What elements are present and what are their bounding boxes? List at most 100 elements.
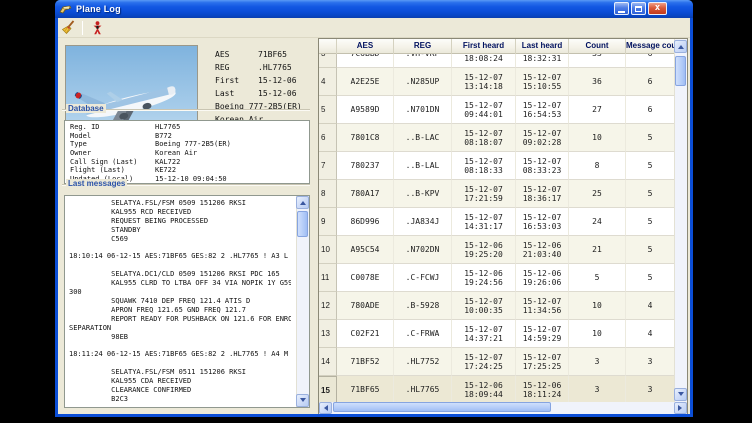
column-header[interactable]: Last heard: [516, 39, 569, 54]
clear-log-button[interactable]: [58, 19, 78, 37]
table-vscrollbar-thumb[interactable]: [675, 56, 686, 86]
database-field-row: TypeBoeing 777-2B5(ER): [65, 140, 309, 149]
acars-message-text[interactable]: SELATYA.FSL/FSM 0509 151206 RKSI KAL955 …: [65, 196, 291, 403]
table-cell: 15-12-06 21:03:40: [516, 236, 569, 264]
info-label: First: [215, 74, 258, 87]
table-row[interactable]: 13C02F21.C-FRWA15-12-07 14:37:2115-12-07…: [319, 320, 674, 348]
table-hscrollbar-thumb[interactable]: [333, 402, 551, 412]
plane-log-window: Plane Log x: [55, 0, 693, 417]
table-row[interactable]: 986D996.JA834J15-12-07 14:31:1715-12-07 …: [319, 208, 674, 236]
table-cell: 15-12-07 16:53:03: [516, 208, 569, 236]
table-cell: 15-12-06 19:24:56: [452, 264, 516, 292]
table-horizontal-scrollbar[interactable]: [319, 402, 687, 414]
row-number-cell: 3: [319, 54, 337, 68]
table-row[interactable]: 37C6BBD.VH-VKF15-12-06 18:08:2415-12-07 …: [319, 54, 674, 68]
table-cell: .C-FCWJ: [394, 264, 452, 292]
field-label: Reg. ID: [70, 123, 155, 132]
table-cell: 6: [626, 68, 674, 96]
table-row[interactable]: 7780237..B-LAL15-12-07 08:18:3315-12-07 …: [319, 152, 674, 180]
column-header[interactable]: Message count: [626, 39, 674, 54]
table-cell: 10: [569, 292, 626, 320]
table-cell: 3: [626, 376, 674, 404]
messages-scrollbar-thumb[interactable]: [297, 211, 308, 237]
field-value: KE722: [155, 166, 176, 175]
table-cell: 15-12-07 14:59:29: [516, 320, 569, 348]
info-value: 71BF65: [258, 48, 287, 61]
field-label: Type: [70, 140, 155, 149]
toolbar-separator: [82, 21, 83, 35]
table-scroll-down-button[interactable]: [674, 388, 687, 401]
table-scroll-up-button[interactable]: [674, 40, 687, 53]
messages-scroll-up-button[interactable]: [296, 196, 309, 209]
field-value: Boeing 777-2B5(ER): [155, 140, 231, 149]
table-cell: 5: [626, 264, 674, 292]
column-header[interactable]: REG: [394, 39, 452, 54]
red-figure-icon: [91, 21, 104, 35]
table-row[interactable]: 10A95C54.N702DN15-12-06 19:25:2015-12-06…: [319, 236, 674, 264]
table-vertical-scrollbar[interactable]: [674, 39, 687, 402]
table-cell: 15-12-07 16:54:53: [516, 96, 569, 124]
table-row[interactable]: 67801C8..B-LAC15-12-07 08:18:0715-12-07 …: [319, 124, 674, 152]
table-cell: A9589D: [337, 96, 394, 124]
person-button[interactable]: [87, 19, 107, 37]
messages-scrollbar[interactable]: [296, 196, 309, 407]
table-cell: .C-FRWA: [394, 320, 452, 348]
table-row[interactable]: 1571BF65.HL776515-12-06 18:09:4415-12-06…: [319, 376, 674, 404]
table-cell: 15-12-07 11:34:56: [516, 292, 569, 320]
table-cell: 15-12-07 18:36:17: [516, 180, 569, 208]
column-header[interactable]: Count: [569, 39, 626, 54]
minimize-button[interactable]: [614, 2, 629, 15]
table-cell: 25: [569, 180, 626, 208]
field-label: Owner: [70, 149, 155, 158]
aircraft-info: Boeing 777-2B5(ER) Korean Air AES71BF65R…: [215, 48, 302, 126]
table-cell: 24: [569, 208, 626, 236]
info-value: .HL7765: [258, 61, 292, 74]
table-cell: 71BF52: [337, 348, 394, 376]
close-icon: x: [655, 4, 660, 13]
messages-scroll-down-button[interactable]: [296, 394, 309, 407]
column-header[interactable]: First heard: [452, 39, 516, 54]
table-cell: C0078E: [337, 264, 394, 292]
table-cell: 780A17: [337, 180, 394, 208]
field-value: Korean Air: [155, 149, 197, 158]
table-cell: 15-12-07 18:32:31: [516, 54, 569, 68]
table-row[interactable]: 8780A17..B-KPV15-12-07 17:21:5915-12-07 …: [319, 180, 674, 208]
table-cell: .HL7752: [394, 348, 452, 376]
table-cell: 10: [569, 320, 626, 348]
table-cell: ..B-LAC: [394, 124, 452, 152]
table-header-row: AESREGFirst heardLast heardCountMessage …: [319, 39, 674, 54]
table-cell: 15-12-06 18:09:44: [452, 376, 516, 404]
field-value: 15-12-10 09:04:50: [155, 175, 227, 184]
table-row[interactable]: 1471BF52.HL775215-12-07 17:24:2515-12-07…: [319, 348, 674, 376]
minimize-icon: [618, 11, 625, 13]
table-scroll-right-button[interactable]: [674, 402, 687, 414]
table-cell: A95C54: [337, 236, 394, 264]
table-cell: .VH-VKF: [394, 54, 452, 68]
database-group-label: Database: [66, 104, 106, 113]
info-value: 15-12-06: [258, 74, 297, 87]
table-row[interactable]: 4A2E25E.N285UP15-12-07 13:14:1815-12-07 …: [319, 68, 674, 96]
table-cell: 5: [626, 208, 674, 236]
table-cell: ..B-KPV: [394, 180, 452, 208]
column-header[interactable]: AES: [337, 39, 394, 54]
close-button[interactable]: x: [648, 2, 667, 15]
table-cell: 3: [626, 348, 674, 376]
arrow-down-icon: [300, 398, 306, 405]
table-cell: 3: [569, 376, 626, 404]
table-row[interactable]: 5A9589D.N701DN15-12-07 09:44:0115-12-07 …: [319, 96, 674, 124]
row-number-cell: 15: [319, 376, 337, 404]
table-cell: 15-12-06 18:11:24: [516, 376, 569, 404]
database-field-row: Flight (Last)KE722: [65, 166, 309, 175]
table-cell: ..B-LAL: [394, 152, 452, 180]
table-scroll-left-button[interactable]: [319, 402, 332, 414]
column-header[interactable]: [319, 39, 337, 54]
table-cell: 15-12-07 08:18:07: [452, 124, 516, 152]
row-number-cell: 5: [319, 96, 337, 124]
row-number-cell: 12: [319, 292, 337, 320]
row-number-cell: 4: [319, 68, 337, 96]
table-cell: 5: [626, 152, 674, 180]
maximize-button[interactable]: [631, 2, 646, 15]
titlebar[interactable]: Plane Log x: [55, 0, 693, 18]
table-row[interactable]: 11C0078E.C-FCWJ15-12-06 19:24:5615-12-06…: [319, 264, 674, 292]
table-row[interactable]: 12780ADE.B-592815-12-07 10:00:3515-12-07…: [319, 292, 674, 320]
